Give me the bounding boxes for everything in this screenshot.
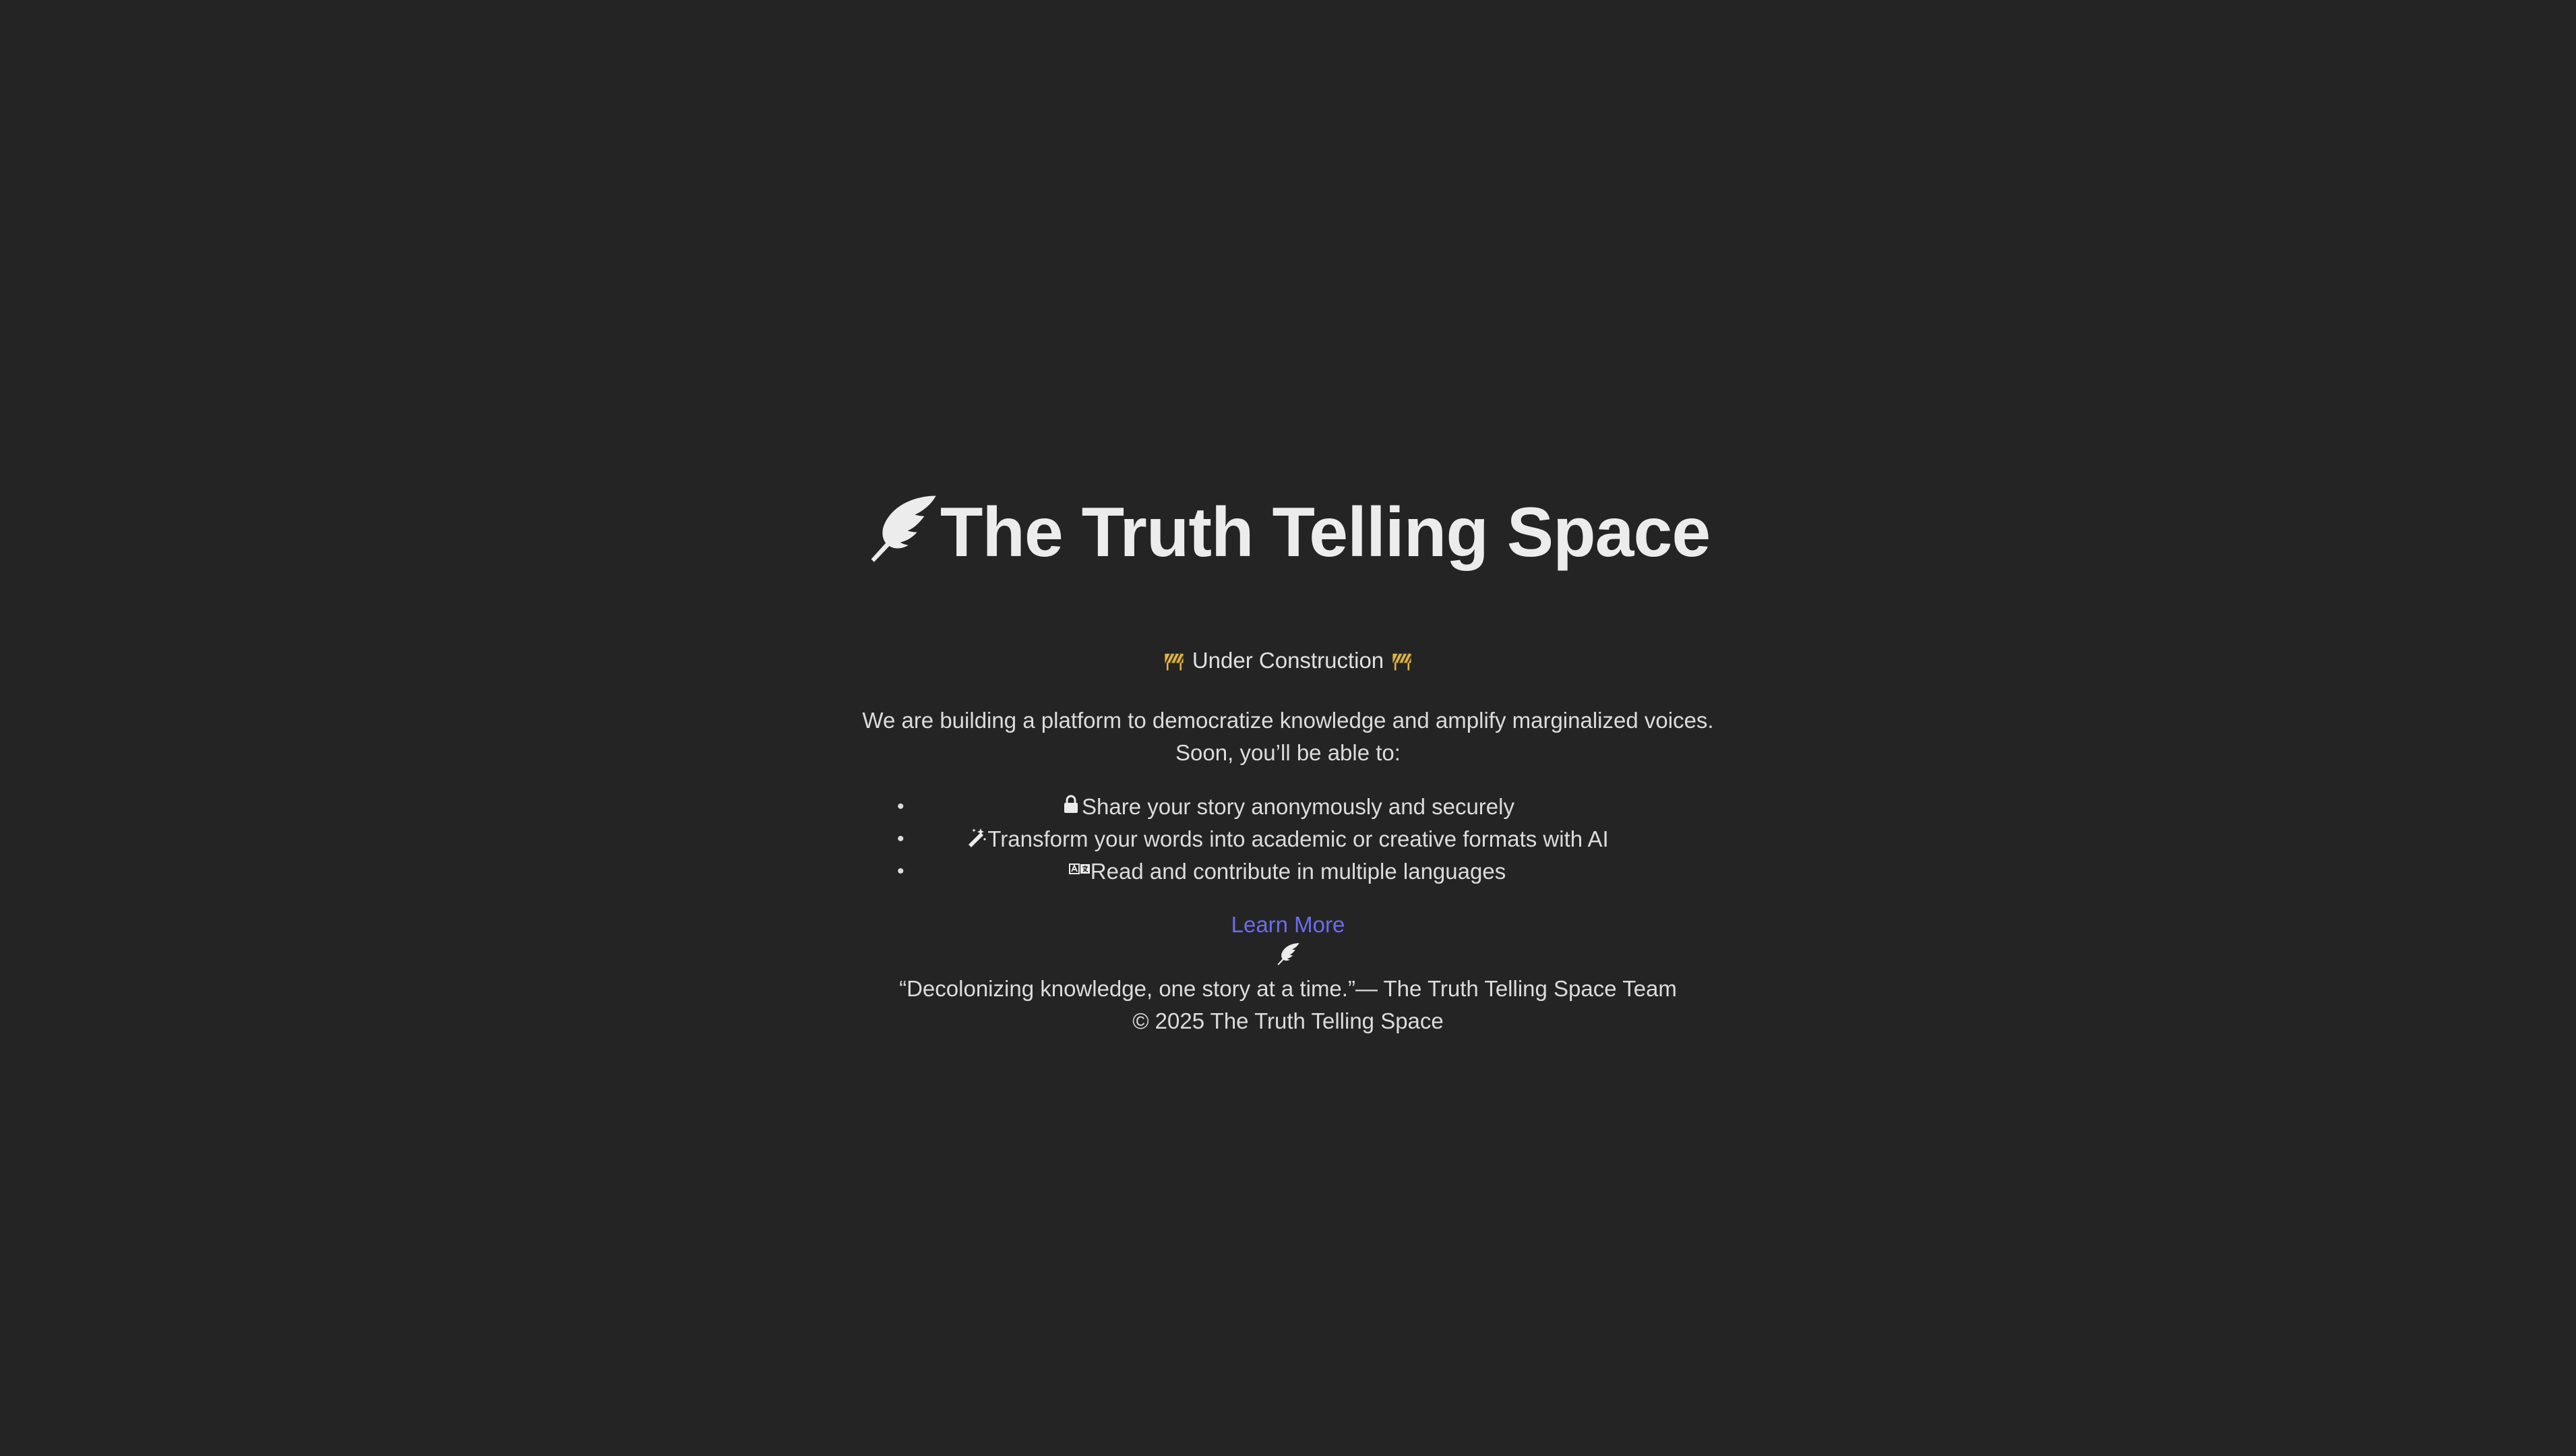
footer-copyright: © 2025 The Truth Telling Space — [1132, 1008, 1444, 1033]
feather-icon — [1277, 943, 1299, 965]
page: The Truth Telling Space Under Constructi… — [0, 0, 2576, 1456]
title-text: The Truth Telling Space — [940, 493, 1711, 572]
description-line-1: We are building a platform to democratiz… — [862, 708, 1714, 733]
list-bullet: • — [897, 860, 904, 882]
feature-text: Read and contribute in multiple language… — [1090, 859, 1506, 884]
description: We are building a platform to democratiz… — [0, 704, 2576, 769]
lock-icon — [1064, 795, 1078, 813]
learn-more-link[interactable]: Learn More — [1231, 912, 1345, 938]
construction-barrier-icon — [1392, 653, 1412, 671]
feature-text: Share your story anonymously and securel… — [1082, 794, 1514, 819]
feature-item: • Read and contribute in multiple langua… — [883, 855, 1692, 888]
footer-quote: “Decolonizing knowledge, one story at a … — [899, 976, 1677, 1001]
description-line-2: Soon, you’ll be able to: — [1175, 740, 1401, 765]
status-label: Under Construction — [1192, 648, 1384, 673]
list-bullet: • — [897, 828, 904, 850]
magic-wand-icon — [969, 828, 986, 847]
feature-text: Transform your words into academic or cr… — [987, 826, 1609, 851]
language-icon — [1068, 863, 1090, 874]
feature-item: • Transform your words into academic or … — [883, 823, 1692, 855]
construction-barrier-icon — [1165, 653, 1184, 671]
feature-list: • Share your story anonymously and secur… — [883, 791, 1692, 888]
list-bullet: • — [897, 795, 904, 818]
status-line: Under Construction — [0, 648, 2576, 673]
feature-item: • Share your story anonymously and secur… — [883, 791, 1692, 823]
feather-icon — [871, 495, 936, 562]
main-content: The Truth Telling Space Under Constructi… — [0, 475, 2576, 1037]
page-title: The Truth Telling Space — [0, 475, 2576, 590]
